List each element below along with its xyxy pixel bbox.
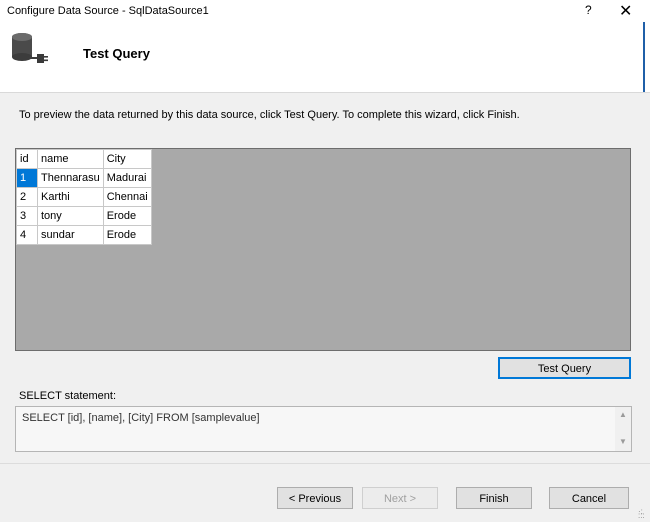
window-edge-accent bbox=[643, 22, 645, 92]
table-row[interactable]: 4 sundar Erode bbox=[16, 225, 152, 245]
column-header-id[interactable]: id bbox=[16, 149, 38, 169]
results-table[interactable]: id name City 1 Thennarasu Madurai 2 Kart… bbox=[16, 149, 152, 245]
table-cell[interactable]: Chennai bbox=[102, 187, 152, 207]
scroll-up-icon[interactable]: ▲ bbox=[619, 410, 627, 419]
cancel-button[interactable]: Cancel bbox=[549, 487, 629, 509]
test-query-button[interactable]: Test Query bbox=[498, 357, 631, 379]
database-connect-icon bbox=[12, 33, 48, 63]
close-button[interactable]: ✕ bbox=[619, 1, 632, 21]
select-statement-box[interactable]: SELECT [id], [name], [City] FROM [sample… bbox=[15, 406, 632, 452]
window-title: Configure Data Source - SqlDataSource1 bbox=[7, 5, 209, 17]
column-header-city[interactable]: City bbox=[102, 149, 152, 169]
table-row[interactable]: 2 Karthi Chennai bbox=[16, 187, 152, 207]
select-statement-scrollbar[interactable]: ▲ ▼ bbox=[615, 407, 631, 451]
table-cell[interactable]: sundar bbox=[37, 225, 104, 245]
table-header-row: id name City bbox=[16, 149, 152, 169]
help-button[interactable]: ? bbox=[585, 3, 592, 17]
table-row[interactable]: 3 tony Erode bbox=[16, 206, 152, 226]
resize-grip-icon[interactable]: ·:::: bbox=[638, 508, 645, 520]
table-cell[interactable]: Karthi bbox=[37, 187, 104, 207]
table-cell[interactable]: 3 bbox=[16, 206, 38, 226]
column-header-name[interactable]: name bbox=[37, 149, 104, 169]
finish-button[interactable]: Finish bbox=[456, 487, 532, 509]
table-cell[interactable]: 4 bbox=[16, 225, 38, 245]
wizard-header: Test Query bbox=[0, 22, 650, 92]
table-cell[interactable]: 2 bbox=[16, 187, 38, 207]
table-row[interactable]: 1 Thennarasu Madurai bbox=[16, 168, 152, 188]
next-button[interactable]: Next > bbox=[362, 487, 438, 509]
instructions-text: To preview the data returned by this dat… bbox=[19, 109, 520, 121]
page-title: Test Query bbox=[83, 46, 150, 61]
scroll-down-icon[interactable]: ▼ bbox=[619, 437, 627, 446]
previous-button[interactable]: < Previous bbox=[277, 487, 353, 509]
table-cell[interactable]: Erode bbox=[102, 206, 152, 226]
table-cell[interactable]: tony bbox=[37, 206, 104, 226]
table-cell[interactable]: Thennarasu bbox=[37, 168, 104, 188]
select-statement-text: SELECT [id], [name], [City] FROM [sample… bbox=[22, 412, 260, 424]
select-statement-label: SELECT statement: bbox=[19, 390, 117, 402]
title-bar: Configure Data Source - SqlDataSource1 ?… bbox=[0, 0, 650, 22]
table-cell[interactable]: Erode bbox=[102, 225, 152, 245]
table-cell[interactable]: Madurai bbox=[102, 168, 152, 188]
table-cell[interactable]: 1 bbox=[16, 168, 38, 188]
